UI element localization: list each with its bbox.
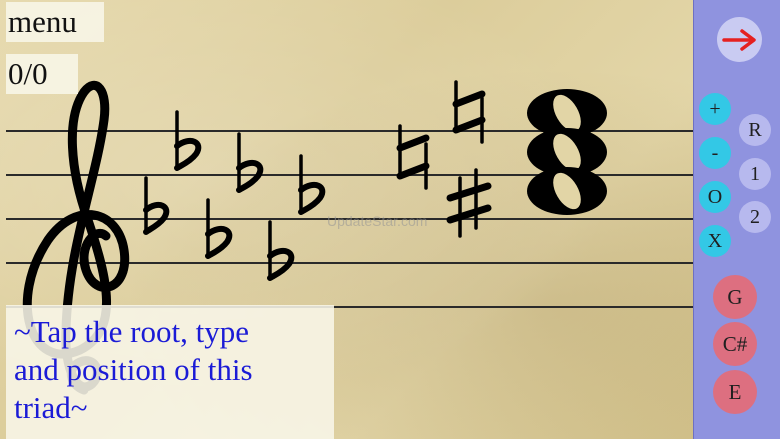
flat-icon — [205, 198, 233, 259]
watermark: UpdateStar.com — [327, 213, 428, 229]
next-button[interactable] — [717, 17, 762, 62]
two-button[interactable]: 2 — [739, 201, 771, 233]
natural-icon — [452, 80, 486, 144]
minus-button[interactable]: - — [699, 137, 731, 169]
flat-icon — [236, 132, 264, 193]
x-button[interactable]: X — [699, 225, 731, 257]
answer-button-g[interactable]: G — [713, 275, 757, 319]
one-button[interactable]: 1 — [739, 158, 771, 190]
instruction-prompt: ~Tap the root, type and position of this… — [6, 305, 334, 439]
answer-button-c-sharp[interactable]: C# — [713, 322, 757, 366]
answer-button-e[interactable]: E — [713, 370, 757, 414]
arrow-right-icon — [721, 28, 756, 51]
key-signature — [143, 110, 326, 281]
flat-icon — [143, 176, 170, 235]
chord-notes — [527, 89, 607, 215]
r-button[interactable]: R — [739, 114, 771, 146]
o-button[interactable]: O — [699, 181, 731, 213]
prompt-line: and position of this — [14, 352, 253, 387]
staff-area[interactable]: UpdateStar.com menu 0/0 ~Tap the root, t… — [0, 0, 699, 439]
whole-note — [527, 167, 607, 215]
prompt-line: ~Tap the root, type — [14, 314, 249, 349]
score-counter: 0/0 — [6, 54, 78, 94]
plus-button[interactable]: + — [699, 93, 731, 125]
flat-icon — [298, 154, 326, 215]
sharp-icon — [446, 168, 492, 238]
menu-button[interactable]: menu — [6, 2, 104, 42]
natural-icon — [396, 124, 430, 190]
flat-icon — [174, 110, 202, 171]
prompt-line: triad~ — [14, 390, 88, 425]
flat-icon — [267, 220, 295, 281]
